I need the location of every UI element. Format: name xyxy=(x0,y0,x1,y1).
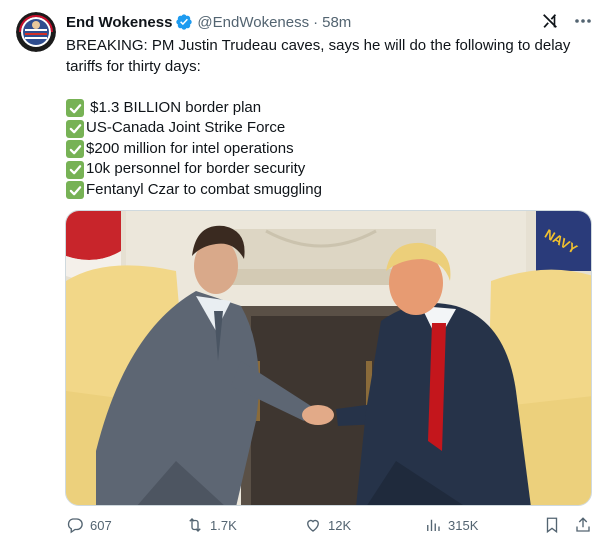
more-icon[interactable] xyxy=(573,11,593,31)
avatar[interactable] xyxy=(16,12,56,52)
reply-button[interactable]: 607 xyxy=(66,516,112,534)
list-item-text: $200 million for intel operations xyxy=(86,139,294,157)
views-icon xyxy=(427,519,440,531)
verified-badge-icon xyxy=(175,13,193,31)
tweet-header: End Wokeness @EndWokeness · 58m xyxy=(66,11,593,33)
views-count: 315K xyxy=(448,517,479,533)
check-mark-icon xyxy=(66,119,84,138)
list-item-text: 10k personnel for border security xyxy=(86,160,306,177)
views-button[interactable]: 315K xyxy=(424,516,478,534)
author-handle[interactable]: @EndWokeness xyxy=(197,14,309,31)
bookmark-button[interactable] xyxy=(543,516,561,534)
repost-count: 1.7K xyxy=(210,517,237,533)
grok-icon[interactable] xyxy=(541,12,559,30)
like-count: 12K xyxy=(328,517,352,533)
list-item: $200 million for intel operations xyxy=(66,139,596,160)
author-name[interactable]: End Wokeness xyxy=(66,14,172,31)
list-item-text: US-Canada Joint Strike Force xyxy=(86,119,286,136)
list-item-text: Fentanyl Czar to combat smuggling xyxy=(86,180,322,198)
tweet-text: BREAKING: PM Justin Trudeau caves, says … xyxy=(66,36,596,200)
list-item: US-Canada Joint Strike Force xyxy=(66,118,596,139)
reply-count: 607 xyxy=(90,517,112,533)
check-mark-icon xyxy=(66,99,84,117)
share-button[interactable] xyxy=(574,516,592,534)
check-mark-icon xyxy=(66,160,84,179)
reply-icon xyxy=(67,518,83,534)
photo-scene: NAVY xyxy=(66,211,591,505)
list-item: 10k personnel for border security xyxy=(66,159,596,180)
list-item: $1.3 BILLION border plan xyxy=(66,98,596,119)
action-bar: 607 1.7K 12K 315K xyxy=(66,516,593,540)
bookmark-icon xyxy=(546,517,558,534)
heart-icon xyxy=(307,519,319,532)
end-wokeness-logo xyxy=(16,12,56,52)
post-time[interactable]: 58m xyxy=(322,14,351,31)
tweet-lead: BREAKING: PM Justin Trudeau caves, says … xyxy=(66,37,571,75)
check-mark-icon xyxy=(66,140,84,158)
list-item-text: $1.3 BILLION border plan xyxy=(86,98,262,116)
tweet-photo[interactable]: NAVY xyxy=(65,210,592,506)
share-icon xyxy=(576,517,590,532)
repost-icon xyxy=(189,518,201,532)
list-item: Fentanyl Czar to combat smuggling xyxy=(66,180,596,201)
repost-button[interactable]: 1.7K xyxy=(186,516,237,534)
like-button[interactable]: 12K xyxy=(304,516,351,534)
check-mark-icon xyxy=(66,181,84,199)
separator: · xyxy=(313,13,319,31)
